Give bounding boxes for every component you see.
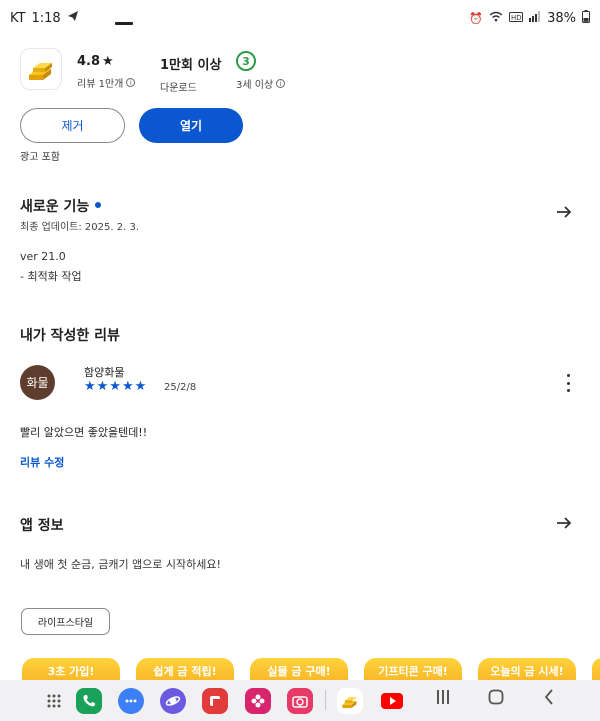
internet-icon[interactable]	[160, 688, 186, 714]
wifi-icon	[489, 11, 503, 26]
category-chip[interactable]: 라이프스타일	[21, 608, 110, 635]
telegram-icon	[67, 10, 79, 26]
release-notes: - 최적화 작업	[20, 270, 82, 283]
promo-card[interactable]: 쉽게 금 적립!	[136, 658, 234, 680]
age-stat: 3 3세 이상 i	[236, 51, 286, 91]
app-description: 내 생애 첫 순금, 금캐기 앱으로 시작하세요!	[20, 558, 221, 571]
arrow-right-icon[interactable]	[554, 202, 574, 222]
star-icon: ★	[102, 54, 114, 69]
gold-bars-app-icon	[20, 48, 62, 90]
recent-apps-icon[interactable]	[436, 689, 450, 709]
grid-icon[interactable]	[41, 688, 67, 714]
signal-icon	[529, 11, 541, 26]
whats-new-title[interactable]: 새로운 기능	[20, 196, 102, 216]
reviewer-name: 함양화물	[84, 366, 125, 379]
nav-divider	[325, 690, 326, 710]
back-icon[interactable]	[543, 689, 555, 709]
youtube-icon[interactable]	[379, 688, 405, 714]
home-icon[interactable]	[488, 689, 504, 709]
review-text: 빨리 알았으면 좋았을텐데!!	[20, 426, 148, 439]
new-indicator-dot	[95, 202, 102, 208]
reviews-count: 리뷰 1만개	[77, 79, 124, 90]
promo-card[interactable]: 기프티콘 구매!	[364, 658, 462, 680]
app-info-title[interactable]: 앱 정보	[20, 515, 64, 535]
review-date: 25/2/8	[164, 382, 197, 393]
my-review-title: 내가 작성한 리뷰	[20, 328, 120, 344]
clock: 1:18	[31, 10, 61, 26]
arrow-right-icon[interactable]	[554, 513, 574, 533]
navigation-bar	[0, 680, 600, 721]
info-icon[interactable]: i	[126, 78, 136, 87]
info-icon[interactable]: i	[276, 79, 286, 88]
downloads-value: 1만회 이상	[160, 58, 222, 73]
age-rating-badge: 3	[236, 51, 256, 71]
carrier-label: KT	[10, 10, 26, 26]
messages-icon[interactable]	[118, 688, 144, 714]
avatar: 화물	[20, 365, 55, 400]
battery-icon	[582, 10, 590, 27]
volte-icon: HD	[509, 11, 524, 26]
gold-app-icon[interactable]	[337, 688, 363, 714]
downloads-label: 다운로드	[160, 83, 197, 94]
promo-card-partial[interactable]	[592, 658, 600, 680]
battery-label: 38%	[547, 11, 576, 26]
gallery-icon[interactable]	[245, 688, 271, 714]
more-options-icon[interactable]	[562, 374, 574, 392]
promo-card[interactable]: 실물 금 구매!	[250, 658, 348, 680]
flipboard-icon[interactable]	[202, 688, 228, 714]
open-button[interactable]: 열기	[139, 108, 243, 143]
camera-icon[interactable]	[287, 688, 313, 714]
screenshot-carousel[interactable]: 3초 가입! 쉽게 금 적립! 실물 금 구매! 기프티콘 구매! 오늘의 금 …	[0, 656, 600, 680]
downloads-stat: 1만회 이상 다운로드	[160, 54, 221, 94]
rating-stat: 4.8 ★ 리뷰 1만개 i	[77, 54, 136, 90]
status-left: KT 1:18	[10, 10, 79, 26]
version-text: ver 21.0	[20, 250, 66, 263]
status-right: ⏰ HD 38%	[469, 10, 590, 27]
status-bar: KT 1:18 ⏰ HD 38%	[0, 0, 600, 36]
rating-value: 4.8	[77, 54, 101, 69]
phone-icon[interactable]	[76, 688, 102, 714]
contains-ads-note: 광고 포함	[20, 152, 60, 163]
uninstall-button[interactable]: 제거	[20, 108, 125, 143]
age-label: 3세 이상	[236, 80, 274, 91]
scrolled-title-fragment	[115, 22, 133, 25]
last-updated: 최종 업데이트: 2025. 2. 3.	[20, 222, 139, 233]
promo-card[interactable]: 3초 가입!	[22, 658, 120, 680]
promo-card[interactable]: 오늘의 금 시세!	[478, 658, 576, 680]
review-stars: ★★★★★	[84, 379, 148, 394]
alarm-icon: ⏰	[469, 12, 484, 25]
svg-text:HD: HD	[511, 14, 522, 22]
whats-new-title-text: 새로운 기능	[20, 199, 90, 215]
edit-review-link[interactable]: 리뷰 수정	[20, 454, 64, 470]
